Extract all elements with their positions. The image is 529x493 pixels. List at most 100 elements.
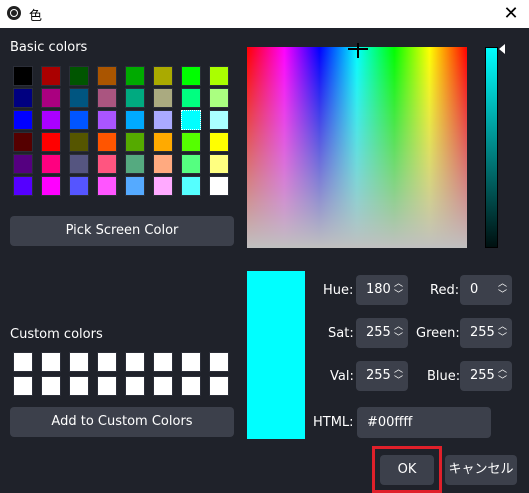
sat-spinbox[interactable]: 255 ︿ ﹀: [356, 318, 408, 348]
cancel-button[interactable]: キャンセル: [445, 455, 517, 485]
chevron-down-icon[interactable]: ﹀: [394, 291, 403, 300]
custom-color-swatch[interactable]: [97, 376, 117, 396]
basic-color-swatch[interactable]: [153, 88, 173, 108]
basic-color-swatch[interactable]: [13, 132, 33, 152]
chevron-up-icon[interactable]: ︿: [498, 280, 507, 289]
custom-color-swatch[interactable]: [13, 376, 33, 396]
basic-color-swatch[interactable]: [97, 110, 117, 130]
basic-color-swatch[interactable]: [97, 176, 117, 196]
chevron-down-icon[interactable]: ﹀: [394, 377, 403, 386]
basic-color-swatch[interactable]: [69, 110, 89, 130]
hue-spinbox[interactable]: 180 ︿ ﹀: [356, 275, 408, 305]
basic-color-swatch[interactable]: [209, 88, 229, 108]
custom-color-swatch[interactable]: [181, 352, 201, 372]
chevron-up-icon[interactable]: ︿: [394, 280, 403, 289]
chevron-up-icon[interactable]: ︿: [394, 366, 403, 375]
basic-color-swatch[interactable]: [209, 154, 229, 174]
chevron-down-icon[interactable]: ﹀: [498, 334, 507, 343]
basic-color-swatch[interactable]: [97, 154, 117, 174]
pick-screen-color-button[interactable]: Pick Screen Color: [10, 216, 234, 246]
basic-color-swatch[interactable]: [13, 110, 33, 130]
chevron-down-icon[interactable]: ﹀: [498, 377, 507, 386]
basic-color-swatch[interactable]: [125, 66, 145, 86]
basic-color-swatch[interactable]: [153, 66, 173, 86]
basic-color-swatch[interactable]: [153, 154, 173, 174]
basic-color-swatch[interactable]: [41, 88, 61, 108]
basic-color-swatch[interactable]: [181, 132, 201, 152]
window-title: 色: [29, 9, 43, 24]
spectrum-crosshair[interactable]: [348, 43, 368, 58]
basic-color-swatch[interactable]: [209, 176, 229, 196]
red-label: Red:: [430, 283, 460, 298]
basic-color-swatch[interactable]: [41, 132, 61, 152]
basic-color-swatch[interactable]: [13, 154, 33, 174]
custom-color-swatch[interactable]: [41, 376, 61, 396]
basic-color-swatch[interactable]: [153, 132, 173, 152]
basic-color-swatch[interactable]: [153, 176, 173, 196]
close-button[interactable]: ✕: [499, 2, 523, 26]
custom-color-swatch[interactable]: [125, 352, 145, 372]
red-value: 0: [470, 282, 479, 297]
basic-color-swatch[interactable]: [97, 66, 117, 86]
custom-color-swatch[interactable]: [41, 352, 61, 372]
basic-color-swatch[interactable]: [209, 110, 229, 130]
basic-color-swatch[interactable]: [69, 66, 89, 86]
custom-color-swatch[interactable]: [153, 352, 173, 372]
basic-color-swatch[interactable]: [125, 88, 145, 108]
chevron-up-icon[interactable]: ︿: [394, 323, 403, 332]
custom-color-swatch[interactable]: [209, 352, 229, 372]
basic-color-swatch[interactable]: [13, 88, 33, 108]
chevron-up-icon[interactable]: ︿: [498, 366, 507, 375]
basic-color-swatch[interactable]: [97, 132, 117, 152]
basic-color-swatch[interactable]: [181, 176, 201, 196]
basic-color-swatch[interactable]: [181, 110, 201, 130]
green-spinbox[interactable]: 255 ︿ ﹀: [460, 318, 512, 348]
add-to-custom-colors-button[interactable]: Add to Custom Colors: [10, 407, 234, 437]
custom-color-swatch[interactable]: [181, 376, 201, 396]
custom-color-swatch[interactable]: [69, 352, 89, 372]
basic-color-swatch[interactable]: [209, 66, 229, 86]
basic-color-swatch[interactable]: [125, 132, 145, 152]
basic-color-swatch[interactable]: [13, 66, 33, 86]
basic-color-swatch[interactable]: [69, 176, 89, 196]
blue-label: Blue:: [427, 369, 461, 384]
custom-color-swatch[interactable]: [153, 376, 173, 396]
val-value: 255: [366, 368, 391, 383]
basic-color-swatch[interactable]: [41, 176, 61, 196]
color-preview: [247, 271, 305, 439]
custom-color-swatch[interactable]: [13, 352, 33, 372]
basic-color-swatch[interactable]: [153, 110, 173, 130]
basic-color-swatch[interactable]: [209, 132, 229, 152]
basic-color-swatch[interactable]: [125, 154, 145, 174]
value-slider-bar[interactable]: [485, 47, 498, 248]
hue-value: 180: [366, 282, 391, 297]
basic-color-swatch[interactable]: [41, 66, 61, 86]
chevron-down-icon[interactable]: ﹀: [394, 334, 403, 343]
basic-color-swatch[interactable]: [181, 66, 201, 86]
basic-color-swatch[interactable]: [69, 132, 89, 152]
html-label: HTML:: [313, 415, 354, 430]
val-spinbox[interactable]: 255 ︿ ﹀: [356, 361, 408, 391]
basic-color-swatch[interactable]: [41, 110, 61, 130]
blue-spinbox[interactable]: 255 ︿ ﹀: [460, 361, 512, 391]
custom-color-swatch[interactable]: [209, 376, 229, 396]
basic-color-swatch[interactable]: [41, 154, 61, 174]
custom-color-swatch[interactable]: [125, 376, 145, 396]
value-slider-handle-icon[interactable]: [499, 44, 505, 54]
hue-saturation-spectrum[interactable]: [247, 47, 467, 248]
basic-color-swatch[interactable]: [69, 154, 89, 174]
basic-color-swatch[interactable]: [125, 176, 145, 196]
basic-color-swatch[interactable]: [181, 88, 201, 108]
red-spinbox[interactable]: 0 ︿ ﹀: [460, 275, 512, 305]
basic-color-swatch[interactable]: [69, 88, 89, 108]
custom-color-swatch[interactable]: [69, 376, 89, 396]
chevron-up-icon[interactable]: ︿: [498, 323, 507, 332]
custom-color-swatch[interactable]: [97, 352, 117, 372]
basic-color-swatch[interactable]: [97, 88, 117, 108]
basic-color-swatch[interactable]: [181, 154, 201, 174]
basic-color-swatch[interactable]: [125, 110, 145, 130]
chevron-down-icon[interactable]: ﹀: [498, 291, 507, 300]
basic-color-swatch[interactable]: [13, 176, 33, 196]
html-hex-input[interactable]: #00ffff: [357, 407, 491, 438]
title-bar: 色 ✕: [0, 0, 529, 28]
